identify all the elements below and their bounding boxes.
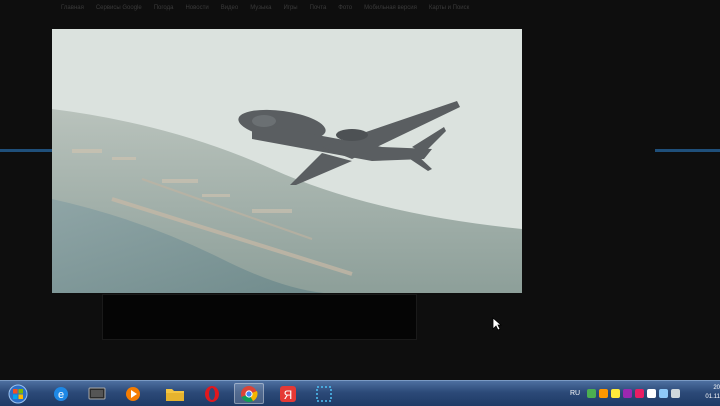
taskbar-clock[interactable]: 20 01.11 <box>698 384 720 402</box>
header-accent-line <box>0 149 52 152</box>
nav-item[interactable]: Фото <box>332 5 358 11</box>
top-navigation: Главная Сервисы Google Погода Новости Ви… <box>55 0 575 16</box>
header-accent-line <box>655 149 720 152</box>
taskbar-app-media-center[interactable] <box>82 383 112 404</box>
system-tray: RU <box>570 381 681 406</box>
file-explorer-icon <box>166 388 184 401</box>
lightbox-photo[interactable] <box>52 29 522 293</box>
ie-icon: e <box>54 386 68 401</box>
media-center-icon <box>88 387 106 399</box>
yandex-browser-icon: Я <box>280 385 296 402</box>
taskbar-app-opera[interactable] <box>197 383 227 404</box>
nav-item[interactable]: Карты и Поиск <box>423 5 475 11</box>
nav-item[interactable]: Новости <box>179 5 214 11</box>
drone-photo-illustration <box>52 29 522 293</box>
flag-icon[interactable] <box>647 389 657 398</box>
nav-item[interactable]: Музыка <box>244 5 277 11</box>
tray-app-icon[interactable] <box>635 389 645 398</box>
chrome-icon <box>241 385 258 402</box>
volume-icon[interactable] <box>671 389 681 398</box>
taskbar-app-explorer[interactable] <box>160 383 190 404</box>
video-player[interactable] <box>102 294 417 340</box>
clock-date: 01.11 <box>705 394 720 400</box>
mouse-cursor-icon <box>492 317 502 331</box>
nav-item[interactable]: Главная <box>55 5 90 11</box>
tray-app-icon[interactable] <box>623 389 633 398</box>
windows-taskbar: e Я RU 20 01.11 <box>0 380 720 406</box>
taskbar-app-yandex[interactable]: Я <box>273 383 303 404</box>
start-button[interactable] <box>4 381 32 406</box>
svg-text:Я: Я <box>284 388 293 402</box>
svg-text:e: e <box>58 389 64 401</box>
tray-app-icon[interactable] <box>587 389 597 398</box>
nav-item[interactable]: Почта <box>304 5 333 11</box>
windows-logo-icon <box>8 384 28 403</box>
clock-time: 20 <box>713 385 720 391</box>
nav-item[interactable]: Видео <box>215 5 245 11</box>
tray-app-icon[interactable] <box>611 389 621 398</box>
taskbar-app-screenshot[interactable] <box>309 383 339 404</box>
nav-item[interactable]: Сервисы Google <box>90 5 148 11</box>
opera-icon <box>205 385 219 402</box>
nav-item[interactable]: Игры <box>277 5 303 11</box>
taskbar-app-ie[interactable]: e <box>46 383 76 404</box>
network-icon[interactable] <box>659 389 669 398</box>
media-player-icon <box>126 386 140 401</box>
taskbar-app-media-player[interactable] <box>118 383 148 404</box>
nav-item[interactable]: Погода <box>148 5 180 11</box>
tray-app-icon[interactable] <box>599 389 609 398</box>
taskbar-app-chrome[interactable] <box>234 383 264 404</box>
nav-item[interactable]: Мобильная версия <box>358 5 423 11</box>
language-indicator[interactable]: RU <box>570 390 580 397</box>
screenshot-tool-icon <box>316 385 332 402</box>
